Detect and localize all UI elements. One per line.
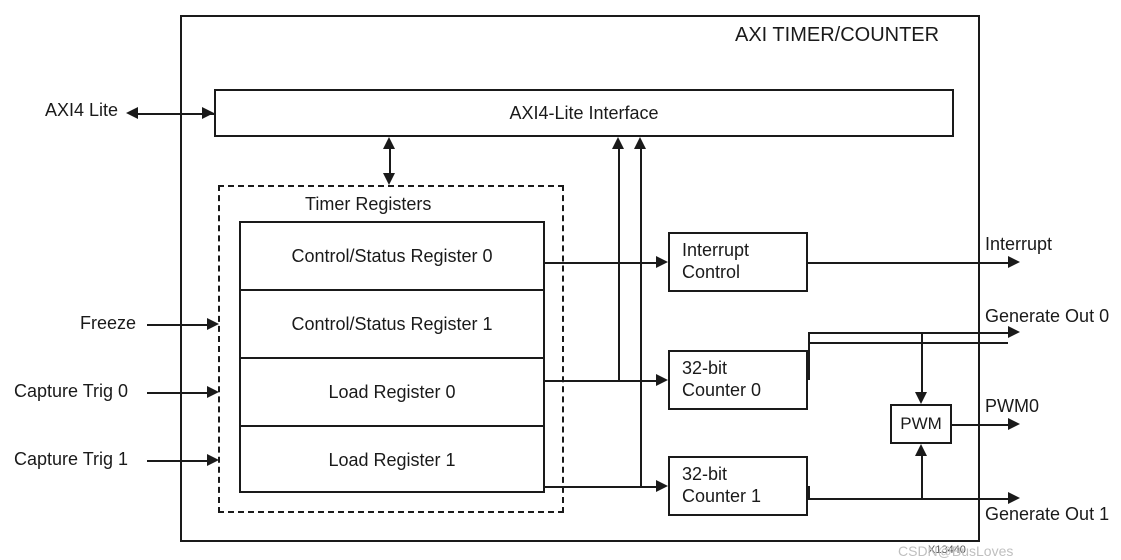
genout1-to-pwm-v xyxy=(921,456,923,498)
cap0-arrow-head xyxy=(207,386,219,398)
cap0-arrow-line xyxy=(147,392,207,394)
genout1-head xyxy=(1008,492,1020,504)
watermark: CSDN@BusLoves xyxy=(898,543,1013,559)
counter1-label: 32-bit Counter 1 xyxy=(682,458,794,514)
lr1-to-c1-head xyxy=(656,480,668,492)
cap1-arrow-line xyxy=(147,460,207,462)
diagram-canvas: AXI TIMER/COUNTER AXI4-Lite Interface AX… xyxy=(0,0,1121,560)
c0-out-riser xyxy=(808,332,810,380)
intc-out-line xyxy=(808,262,1008,264)
interface-to-registers-down xyxy=(383,173,395,185)
pwm-out-head xyxy=(1008,418,1020,430)
freeze-label: Freeze xyxy=(80,313,136,334)
genout0-line xyxy=(808,332,1008,334)
genout1-label: Generate Out 1 xyxy=(985,504,1109,525)
intc-out-head xyxy=(1008,256,1020,268)
lr1-to-c1-h1 xyxy=(545,486,656,488)
c0-genout0-line xyxy=(808,342,1008,344)
freeze-arrow-line xyxy=(147,324,207,326)
genout0-head xyxy=(1008,326,1020,338)
feedback-v1-head xyxy=(612,137,624,149)
pwm0-label: PWM0 xyxy=(985,396,1039,417)
cap1-label: Capture Trig 1 xyxy=(14,449,128,470)
module-title: AXI TIMER/COUNTER xyxy=(735,24,939,47)
pwm-label: PWM xyxy=(892,406,950,442)
interface-to-registers-up xyxy=(383,137,395,149)
counter0-box: 32-bit Counter 0 xyxy=(668,350,808,410)
freeze-arrow-head xyxy=(207,318,219,330)
interrupt-control-label: Interrupt Control xyxy=(682,234,794,290)
cap0-label: Capture Trig 0 xyxy=(14,381,128,402)
genout1-to-pwm-head xyxy=(915,444,927,456)
counter1-box: 32-bit Counter 1 xyxy=(668,456,808,516)
reg-div-1 xyxy=(239,289,545,291)
feedback-v2-head xyxy=(634,137,646,149)
genout0-to-pwm-head xyxy=(915,392,927,404)
axi4-lite-external-label: AXI4 Lite xyxy=(45,100,118,121)
genout0-label: Generate Out 0 xyxy=(985,306,1109,327)
pwm-box: PWM xyxy=(890,404,952,444)
reg-div-3 xyxy=(239,425,545,427)
feedback-v2 xyxy=(640,149,642,486)
lr0-to-c0-head xyxy=(656,374,668,386)
reg-to-intc-head xyxy=(656,256,668,268)
counter0-label: 32-bit Counter 0 xyxy=(682,352,794,408)
pwm-out-line xyxy=(952,424,1008,426)
genout0-to-pwm-v xyxy=(921,332,923,392)
reg-div-2 xyxy=(239,357,545,359)
axi4-lite-arrow-left xyxy=(126,107,138,119)
interrupt-out-label: Interrupt xyxy=(985,234,1052,255)
genout1-line xyxy=(808,498,1008,500)
interface-to-registers-line xyxy=(389,149,391,173)
cap1-arrow-head xyxy=(207,454,219,466)
c1-out-drop xyxy=(808,486,810,500)
axi4-lite-arrow-right xyxy=(202,107,214,119)
axi4-lite-interface-box: AXI4-Lite Interface xyxy=(214,89,954,137)
axi4-lite-interface-label: AXI4-Lite Interface xyxy=(216,91,952,135)
interrupt-control-box: Interrupt Control xyxy=(668,232,808,292)
feedback-v1 xyxy=(618,149,620,380)
timer-registers-title: Timer Registers xyxy=(305,194,431,215)
